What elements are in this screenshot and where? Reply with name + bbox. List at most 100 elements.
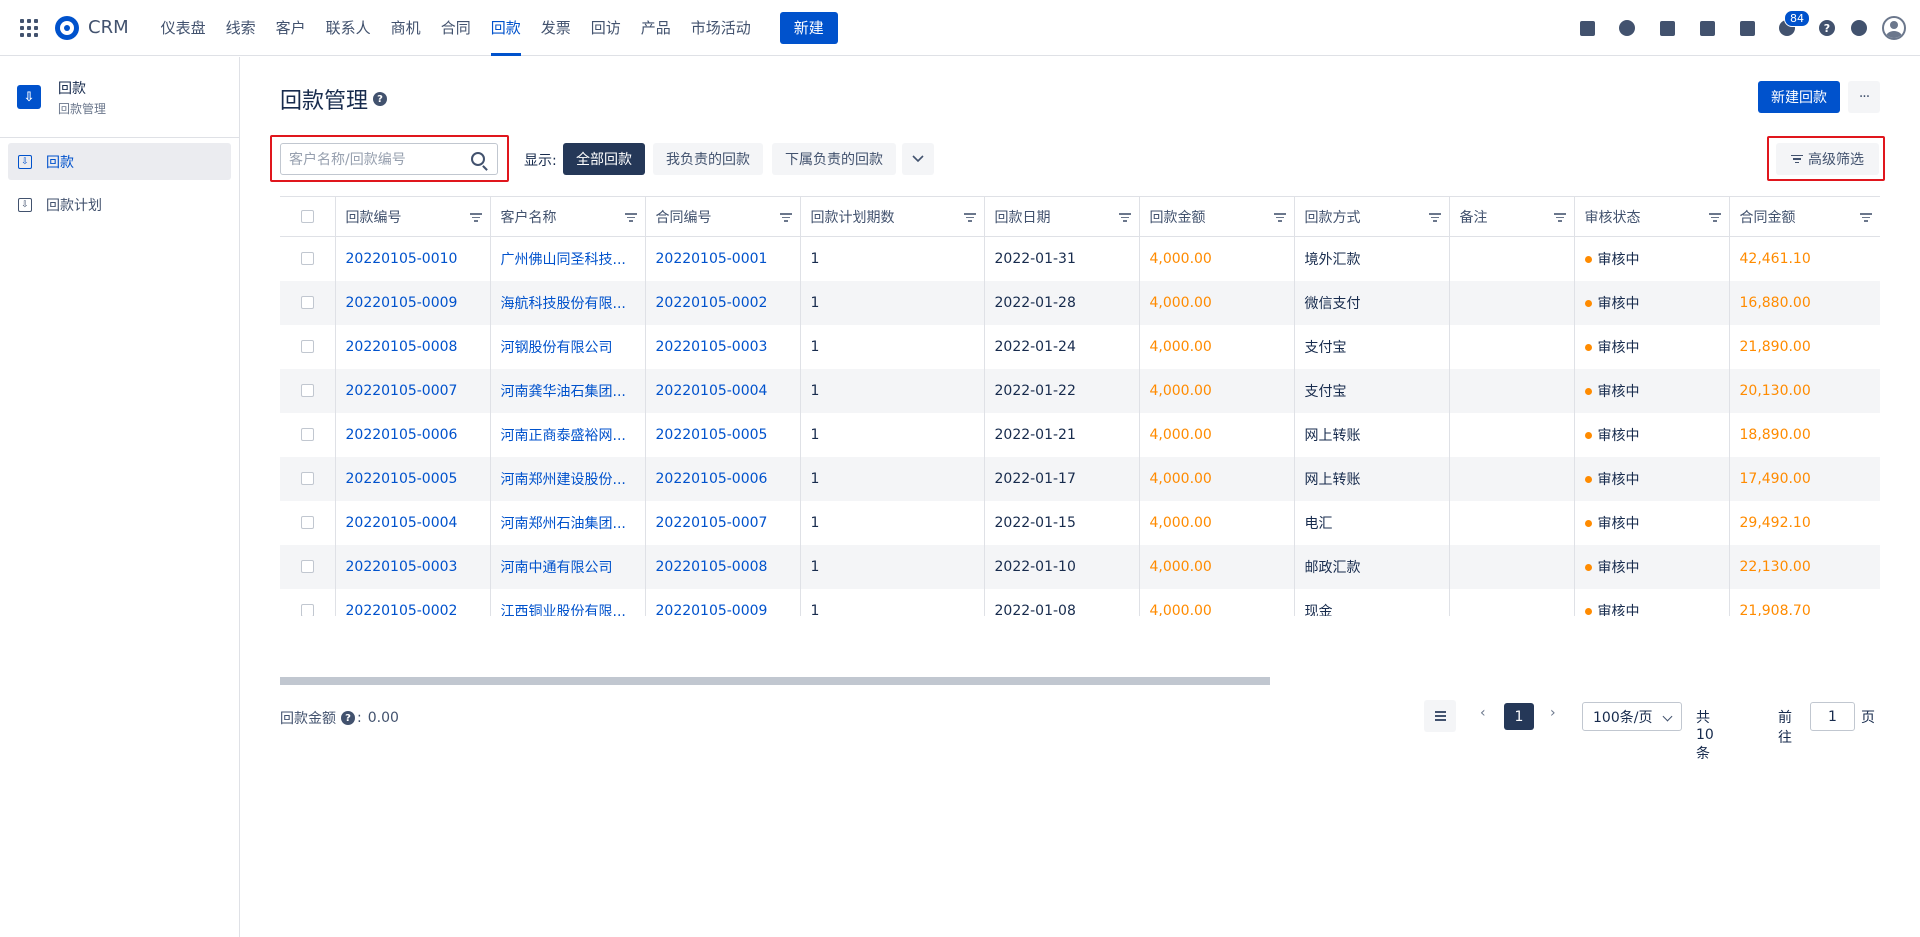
column-header[interactable]: 回款方式 — [1294, 196, 1450, 237]
table-row[interactable]: 20220105-0002 江西铜业股份有限... 20220105-0009 1 20… — [280, 588, 1880, 616]
customer-name-link[interactable]: 河南郑州石油集团... — [490, 500, 646, 545]
sidebar-item-payment-plan[interactable]: ⇩ 回款计划 — [8, 186, 231, 223]
row-checkbox[interactable] — [300, 604, 314, 616]
scrollbar-thumb[interactable] — [280, 677, 1270, 685]
help-icon[interactable]: ? — [1818, 19, 1836, 37]
payment-id-link[interactable]: 20220105-0003 — [335, 544, 491, 589]
nav-item[interactable]: 发票 — [531, 0, 581, 56]
column-filter-icon[interactable] — [1118, 211, 1131, 224]
table-row[interactable]: 20220105-0010 广州佛山同圣科技... 20220105-0001 1 20… — [280, 236, 1880, 281]
table-row[interactable]: 20220105-0007 河南龚华油石集团... 20220105-0004 1 20… — [280, 368, 1880, 413]
nav-item[interactable]: 线索 — [216, 0, 266, 56]
column-filter-icon[interactable] — [1859, 211, 1872, 224]
sidebar-item-payments[interactable]: ⇩ 回款 — [8, 143, 231, 180]
new-button[interactable]: 新建 — [779, 11, 838, 44]
column-header[interactable]: 合同编号 — [645, 196, 801, 237]
column-filter-icon[interactable] — [1708, 211, 1721, 224]
avatar[interactable] — [1882, 16, 1906, 40]
payment-id-link[interactable]: 20220105-0008 — [335, 324, 491, 369]
bell-icon[interactable]: 84 — [1778, 10, 1810, 37]
horizontal-scrollbar[interactable] — [280, 675, 1880, 685]
contact-icon[interactable] — [1618, 19, 1636, 37]
advanced-filter-button[interactable]: 高级筛选 — [1776, 143, 1879, 175]
nav-item[interactable]: 回访 — [581, 0, 631, 56]
column-filter-icon[interactable] — [469, 211, 482, 224]
table-row[interactable]: 20220105-0006 河南正商泰盛裕网... 20220105-0005 1 20… — [280, 412, 1880, 457]
nav-item[interactable]: 商机 — [381, 0, 431, 56]
contract-id-link[interactable]: 20220105-0008 — [645, 544, 801, 589]
column-filter-icon[interactable] — [624, 211, 637, 224]
column-filter-icon[interactable] — [963, 211, 976, 224]
row-checkbox[interactable] — [300, 428, 314, 441]
customer-name-link[interactable]: 河钢股份有限公司 — [490, 324, 646, 369]
column-header[interactable]: 备注 — [1449, 196, 1575, 237]
filter-all-payments[interactable]: 全部回款 — [563, 143, 645, 175]
column-header[interactable]: 回款编号 — [335, 196, 491, 237]
column-header[interactable]: 审核状态 — [1574, 196, 1730, 237]
row-checkbox[interactable] — [300, 296, 314, 309]
document-icon[interactable] — [1658, 19, 1676, 37]
question-icon[interactable]: ? — [341, 711, 355, 725]
payment-id-link[interactable]: 20220105-0005 — [335, 456, 491, 501]
nav-item[interactable]: 产品 — [631, 0, 681, 56]
chevron-down-icon[interactable] — [902, 143, 934, 175]
customer-name-link[interactable]: 河南郑州建设股份... — [490, 456, 646, 501]
page-size-select[interactable]: 100条/页 — [1582, 702, 1682, 731]
nav-item[interactable]: 客户 — [266, 0, 316, 56]
table-row[interactable]: 20220105-0004 河南郑州石油集团... 20220105-0007 1 20… — [280, 500, 1880, 545]
row-checkbox[interactable] — [300, 384, 314, 397]
column-header[interactable]: 回款金额 — [1139, 196, 1295, 237]
customer-name-link[interactable]: 河南中通有限公司 — [490, 544, 646, 589]
customer-name-link[interactable]: 河南龚华油石集团... — [490, 368, 646, 413]
column-header[interactable]: 回款计划期数 — [800, 196, 985, 237]
column-filter-icon[interactable] — [1428, 211, 1441, 224]
nav-item[interactable]: 联系人 — [316, 0, 381, 56]
goto-page-input[interactable]: 1 — [1810, 702, 1855, 731]
contract-id-link[interactable]: 20220105-0006 — [645, 456, 801, 501]
payment-id-link[interactable]: 20220105-0010 — [335, 236, 491, 281]
payment-id-link[interactable]: 20220105-0006 — [335, 412, 491, 457]
filter-subordinate-payments[interactable]: 下属负责的回款 — [772, 143, 896, 175]
contract-id-link[interactable]: 20220105-0003 — [645, 324, 801, 369]
payment-id-link[interactable]: 20220105-0004 — [335, 500, 491, 545]
next-page-icon[interactable]: › — [1550, 705, 1556, 721]
nav-item[interactable]: 仪表盘 — [151, 0, 216, 56]
column-header[interactable]: 客户名称 — [490, 196, 646, 237]
customer-name-link[interactable]: 海航科技股份有限... — [490, 280, 646, 325]
table-row[interactable]: 20220105-0003 河南中通有限公司 20220105-0008 1 2022-… — [280, 544, 1880, 589]
phone-icon[interactable] — [1698, 19, 1716, 37]
contract-id-link[interactable]: 20220105-0004 — [645, 368, 801, 413]
nav-item[interactable]: 回款 — [481, 0, 531, 56]
gear-icon[interactable] — [1850, 19, 1868, 37]
contract-id-link[interactable]: 20220105-0005 — [645, 412, 801, 457]
list-menu-icon[interactable] — [1424, 700, 1456, 732]
task-icon[interactable] — [1578, 19, 1596, 37]
current-page-button[interactable]: 1 — [1504, 703, 1534, 730]
nav-item[interactable]: 合同 — [431, 0, 481, 56]
customer-name-link[interactable]: 河南正商泰盛裕网... — [490, 412, 646, 457]
column-filter-icon[interactable] — [1273, 211, 1286, 224]
contract-id-link[interactable]: 20220105-0007 — [645, 500, 801, 545]
row-checkbox[interactable] — [300, 560, 314, 573]
column-filter-icon[interactable] — [779, 211, 792, 224]
payment-id-link[interactable]: 20220105-0002 — [335, 588, 491, 616]
search-input[interactable]: 客户名称/回款编号 — [280, 143, 498, 175]
row-checkbox[interactable] — [300, 252, 314, 266]
row-checkbox[interactable] — [300, 516, 314, 529]
column-header[interactable]: 回款日期 — [984, 196, 1140, 237]
payment-id-link[interactable]: 20220105-0009 — [335, 280, 491, 325]
nav-item[interactable]: 市场活动 — [681, 0, 761, 56]
app-switcher-icon[interactable] — [20, 18, 38, 37]
filter-my-payments[interactable]: 我负责的回款 — [653, 143, 763, 175]
new-payment-button[interactable]: 新建回款 — [1758, 81, 1840, 113]
table-row[interactable]: 20220105-0005 河南郑州建设股份... 20220105-0006 1 20… — [280, 456, 1880, 501]
table-row[interactable]: 20220105-0008 河钢股份有限公司 20220105-0003 1 2022-… — [280, 324, 1880, 369]
more-options-button[interactable]: ··· — [1848, 81, 1880, 113]
customer-name-link[interactable]: 江西铜业股份有限... — [490, 588, 646, 616]
row-checkbox[interactable] — [300, 472, 314, 485]
column-filter-icon[interactable] — [1553, 211, 1566, 224]
search-icon[interactable] — [471, 152, 485, 166]
column-header[interactable]: 合同金额 — [1729, 196, 1880, 237]
contract-id-link[interactable]: 20220105-0009 — [645, 588, 801, 616]
payment-id-link[interactable]: 20220105-0007 — [335, 368, 491, 413]
